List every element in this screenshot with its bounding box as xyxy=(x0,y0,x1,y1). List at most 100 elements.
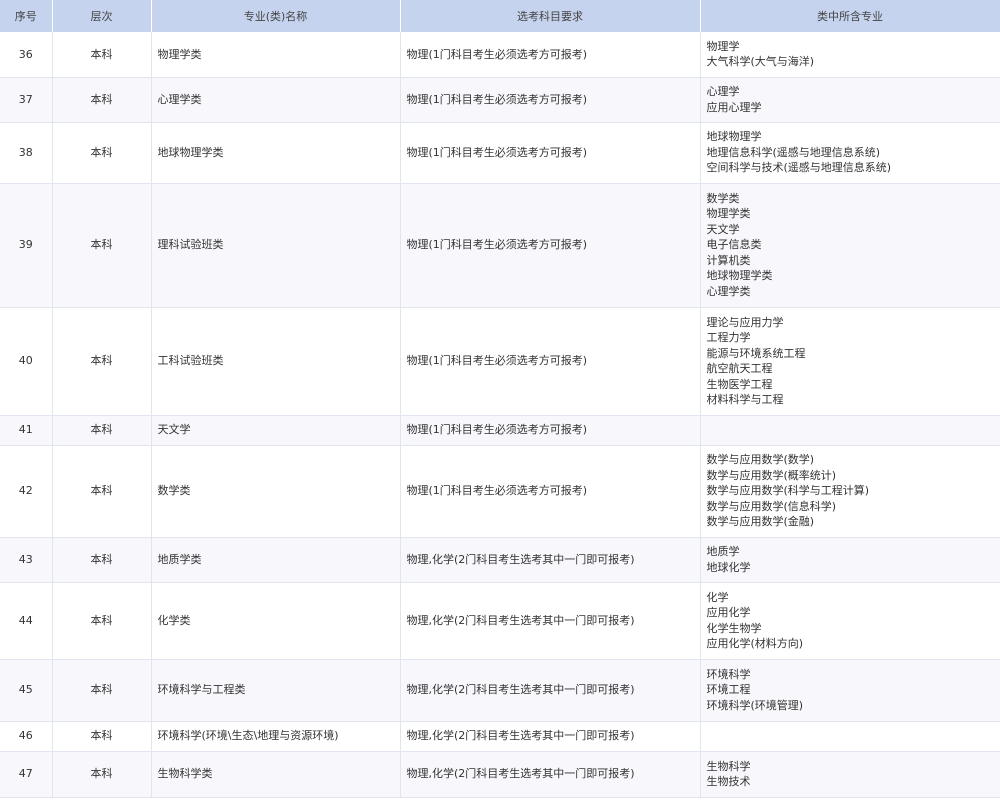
row-subject-requirement: 物理(1门科目考生必须选考方可报考) xyxy=(400,183,701,308)
table-row: 42 本科 数学类 物理(1门科目考生必须选考方可报考) 数学与应用数学(数学) 数学与应… xyxy=(0,445,1000,538)
included-major-item: 数学与应用数学(金融) xyxy=(706,515,815,529)
row-number: 41 xyxy=(0,415,53,446)
included-major-item: 环境工程 xyxy=(706,683,751,697)
row-included-majors xyxy=(700,721,1000,752)
table-row: 36 本科 物理学类 物理(1门科目考生必须选考方可报考) 物理学 大气科学(大气与海洋) xyxy=(0,32,1000,78)
table-row: 39 本科 理科试验班类 物理(1门科目考生必须选考方可报考) 数学类 物理学类 天文学 电子… xyxy=(0,183,1000,308)
header-row: 序号 层次 专业(类)名称 选考科目要求 类中所含专业 xyxy=(0,0,1000,32)
majors-table: 序号 层次 专业(类)名称 选考科目要求 类中所含专业 36 本科 物理学类 物理(1… xyxy=(0,0,1000,798)
table-row: 44 本科 化学类 物理,化学(2门科目考生选考其中一门即可报考) 化学应用化学化学生物… xyxy=(0,582,1000,660)
row-subject-requirement: 物理(1门科目考生必须选考方可报考) xyxy=(400,122,701,184)
row-number: 36 xyxy=(0,32,53,78)
row-number: 38 xyxy=(0,122,53,184)
col-header-level: 层次 xyxy=(52,0,152,32)
table-row: 38 本科 地球物理学类 物理(1门科目考生必须选考方可报考) 地球物理学 地理信息科学(… xyxy=(0,122,1000,184)
table-row: 47 本科 生物科学类 物理,化学(2门科目考生选考其中一门即可报考) 生物科学 生物技术 xyxy=(0,751,1000,798)
included-major-item: 物理学类 xyxy=(706,207,751,221)
row-subject-requirement: 物理(1门科目考生必须选考方可报考) xyxy=(400,415,701,446)
row-level: 本科 xyxy=(52,721,152,752)
row-major-name: 心理学类 xyxy=(151,77,401,123)
included-major-item: 化学 xyxy=(706,590,729,604)
row-included-majors: 地质学 地球化学 xyxy=(700,537,1000,583)
included-major-item: 生物技术 xyxy=(706,775,751,788)
row-subject-requirement: 物理(1门科目考生必须选考方可报考) xyxy=(400,307,701,416)
row-major-name: 地质学类 xyxy=(151,537,401,583)
row-major-name: 环境科学(环境\生态\地理与资源环境) xyxy=(151,721,401,752)
table-row: 45 本科 环境科学与工程类 物理,化学(2门科目考生选考其中一门即可报考) 环境科学环… xyxy=(0,659,1000,722)
row-subject-requirement: 物理,化学(2门科目考生选考其中一门即可报考) xyxy=(400,751,701,798)
row-included-majors: 理论与应用力学 工程力学 能源与环境系统工程 航空航天工程 生物医学工程 材料科学与工程 xyxy=(700,307,1000,416)
row-number: 39 xyxy=(0,183,53,308)
row-level: 本科 xyxy=(52,445,152,538)
row-number: 43 xyxy=(0,537,53,583)
row-level: 本科 xyxy=(52,122,152,184)
row-major-name: 数学类 xyxy=(151,445,401,538)
included-major-item: 大气科学(大气与海洋) xyxy=(706,55,815,69)
row-subject-requirement: 物理,化学(2门科目考生选考其中一门即可报考) xyxy=(400,659,701,722)
included-major-item: 应用心理学 xyxy=(706,100,762,114)
included-major-item: 理论与应用力学 xyxy=(706,315,784,329)
included-major-item: 地理信息科学(遥感与地理信息系统) xyxy=(706,145,881,159)
row-subject-requirement: 物理(1门科目考生必须选考方可报考) xyxy=(400,445,701,538)
included-major-item: 地球物理学类 xyxy=(706,269,773,283)
included-major-item: 地球物理学 xyxy=(706,130,762,144)
row-major-name: 生物科学类 xyxy=(151,751,401,798)
row-subject-requirement: 物理,化学(2门科目考生选考其中一门即可报考) xyxy=(400,721,701,752)
row-major-name: 天文学 xyxy=(151,415,401,446)
row-level: 本科 xyxy=(52,659,152,722)
included-major-item: 环境科学(环境管理) xyxy=(706,698,804,712)
row-number: 42 xyxy=(0,445,53,538)
included-major-item: 物理学 xyxy=(706,39,740,53)
row-subject-requirement: 物理(1门科目考生必须选考方可报考) xyxy=(400,77,701,123)
row-major-name: 物理学类 xyxy=(151,32,401,78)
row-major-name: 地球物理学类 xyxy=(151,122,401,184)
row-included-majors: 数学类物理学类 天文学电子信息类 计算机类地球物理学类 心理学类 xyxy=(700,183,1000,308)
included-major-item: 心理学 xyxy=(706,85,740,98)
table-row: 46 本科 环境科学(环境\生态\地理与资源环境) 物理,化学(2门科目考生选考其中一… xyxy=(0,721,1000,752)
row-level: 本科 xyxy=(52,415,152,446)
table-row: 40 本科 工科试验班类 物理(1门科目考生必须选考方可报考) 理论与应用力学 工程力学能… xyxy=(0,307,1000,416)
row-number: 46 xyxy=(0,721,53,752)
included-major-item: 生物科学 xyxy=(706,759,751,773)
included-major-item: 心理学类 xyxy=(706,284,751,298)
row-subject-requirement: 物理,化学(2门科目考生选考其中一门即可报考) xyxy=(400,537,701,583)
row-level: 本科 xyxy=(52,77,152,123)
included-major-item: 数学与应用数学(科学与工程计算) xyxy=(706,484,870,498)
included-major-item: 能源与环境系统工程 xyxy=(706,346,806,360)
col-header-major-name: 专业(类)名称 xyxy=(151,0,401,32)
row-number: 37 xyxy=(0,77,53,123)
table-row: 37 本科 心理学类 物理(1门科目考生必须选考方可报考) 心理学 应用心理学 xyxy=(0,77,1000,123)
row-included-majors: 物理学大气科学(大气与海洋) xyxy=(700,32,1000,78)
included-major-item: 数学与应用数学(概率统计) xyxy=(706,468,837,482)
row-number: 47 xyxy=(0,751,53,798)
row-included-majors: 心理学 应用心理学 xyxy=(700,77,1000,123)
included-major-item: 数学类 xyxy=(706,191,740,205)
row-level: 本科 xyxy=(52,537,152,583)
row-level: 本科 xyxy=(52,751,152,798)
included-major-item: 地球化学 xyxy=(706,560,751,574)
included-major-item: 计算机类 xyxy=(706,253,751,267)
col-header-included-majors: 类中所含专业 xyxy=(700,0,1000,32)
included-major-item: 应用化学(材料方向) xyxy=(706,637,804,650)
included-major-item: 地质学 xyxy=(706,545,740,558)
col-header-subject-requirement: 选考科目要求 xyxy=(400,0,701,32)
included-major-item: 数学与应用数学(信息科学) xyxy=(706,499,837,513)
included-major-item: 天文学 xyxy=(706,222,740,236)
row-level: 本科 xyxy=(52,32,152,78)
included-major-item: 材料科学与工程 xyxy=(706,393,784,406)
included-major-item: 应用化学 xyxy=(706,606,751,619)
row-subject-requirement: 物理(1门科目考生必须选考方可报考) xyxy=(400,32,701,78)
col-header-number: 序号 xyxy=(0,0,53,32)
row-level: 本科 xyxy=(52,582,152,660)
row-level: 本科 xyxy=(52,307,152,416)
row-number: 44 xyxy=(0,582,53,660)
included-major-item: 空间科学与技术(遥感与地理信息系统) xyxy=(706,161,892,175)
row-number: 45 xyxy=(0,659,53,722)
row-subject-requirement: 物理,化学(2门科目考生选考其中一门即可报考) xyxy=(400,582,701,660)
included-major-item: 电子信息类 xyxy=(706,238,762,252)
row-included-majors: 生物科学 生物技术 xyxy=(700,751,1000,798)
row-level: 本科 xyxy=(52,183,152,308)
row-major-name: 环境科学与工程类 xyxy=(151,659,401,722)
row-major-name: 化学类 xyxy=(151,582,401,660)
included-major-item: 化学生物学 xyxy=(706,621,762,635)
